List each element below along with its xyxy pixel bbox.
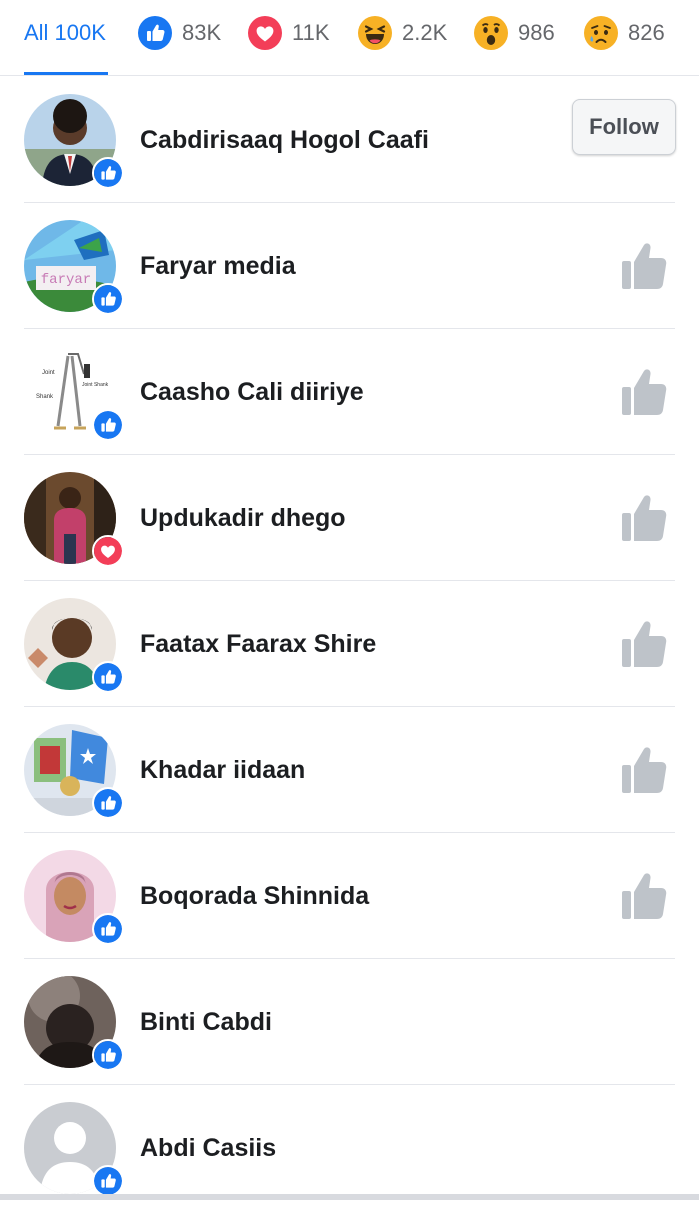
like-button-icon[interactable] <box>620 745 668 795</box>
tab-sad[interactable]: 826 <box>584 12 665 54</box>
person-name[interactable]: Abdi Casiis <box>140 1085 276 1211</box>
like-badge-icon <box>92 157 124 189</box>
list-item[interactable]: Updukadir dhego <box>0 455 699 581</box>
tab-wow-count: 986 <box>518 20 555 45</box>
person-name[interactable]: Caasho Cali diiriye <box>140 329 364 455</box>
person-name[interactable]: Updukadir dhego <box>140 455 346 581</box>
follow-button[interactable]: Follow <box>572 99 676 155</box>
like-badge-icon <box>92 913 124 945</box>
like-badge-icon <box>92 787 124 819</box>
person-name[interactable]: Cabdirisaaq Hogol Caafi <box>140 77 429 203</box>
tab-haha[interactable]: 2.2K <box>358 12 447 54</box>
like-icon <box>138 16 172 50</box>
person-name[interactable]: Boqorada Shinnida <box>140 833 369 959</box>
like-button-icon[interactable] <box>620 241 668 291</box>
tab-like[interactable]: 83K <box>138 12 221 54</box>
tab-love[interactable]: 11K <box>248 12 330 54</box>
sad-icon <box>584 16 618 50</box>
person-name[interactable]: Khadar iidaan <box>140 707 305 833</box>
avatar-label-joint-shank: Joint Shank <box>82 382 109 388</box>
tab-love-count: 11K <box>292 20 330 45</box>
tab-wow[interactable]: 986 <box>474 12 555 54</box>
tab-like-count: 83K <box>182 20 222 45</box>
tab-all[interactable]: All 100K <box>24 12 106 54</box>
avatar-label-joint: Joint <box>42 370 55 376</box>
love-icon <box>248 16 282 50</box>
person-name[interactable]: Binti Cabdi <box>140 959 272 1085</box>
tab-haha-count: 2.2K <box>402 20 448 45</box>
list-item[interactable]: Cabdirisaaq Hogol Caafi Follow <box>0 77 699 203</box>
like-badge-icon <box>92 1039 124 1071</box>
person-name[interactable]: Faatax Faarax Shire <box>140 581 376 707</box>
like-badge-icon <box>92 409 124 441</box>
like-button-icon[interactable] <box>620 619 668 669</box>
active-tab-indicator <box>24 72 108 75</box>
like-badge-icon <box>92 283 124 315</box>
list-item[interactable]: Binti Cabdi <box>0 959 699 1085</box>
like-badge-icon <box>92 1165 124 1197</box>
like-badge-icon <box>92 661 124 693</box>
tab-sad-count: 826 <box>628 20 665 45</box>
avatar-label-shank: Shank <box>36 394 54 400</box>
haha-icon <box>358 16 392 50</box>
person-name[interactable]: Faryar media <box>140 203 296 329</box>
like-button-icon[interactable] <box>620 871 668 921</box>
like-button-icon[interactable] <box>620 367 668 417</box>
love-badge-icon <box>92 535 124 567</box>
avatar-text: faryar <box>41 272 91 288</box>
list-item[interactable]: Boqorada Shinnida <box>0 833 699 959</box>
list-item[interactable]: Faatax Faarax Shire <box>0 581 699 707</box>
tab-all-label: All 100K <box>24 20 106 45</box>
list-item[interactable]: Khadar iidaan <box>0 707 699 833</box>
reaction-tabs: All 100K 83K 11K 2.2K 986 826 <box>0 0 699 76</box>
list-item[interactable]: Abdi Casiis <box>0 1085 699 1211</box>
list-item[interactable]: faryar Faryar media <box>0 203 699 329</box>
like-button-icon[interactable] <box>620 493 668 543</box>
wow-icon <box>474 16 508 50</box>
list-item[interactable]: Joint Joint Shank Shank Caasho Cali diiriy… <box>0 329 699 455</box>
bottom-edge <box>0 1194 699 1200</box>
